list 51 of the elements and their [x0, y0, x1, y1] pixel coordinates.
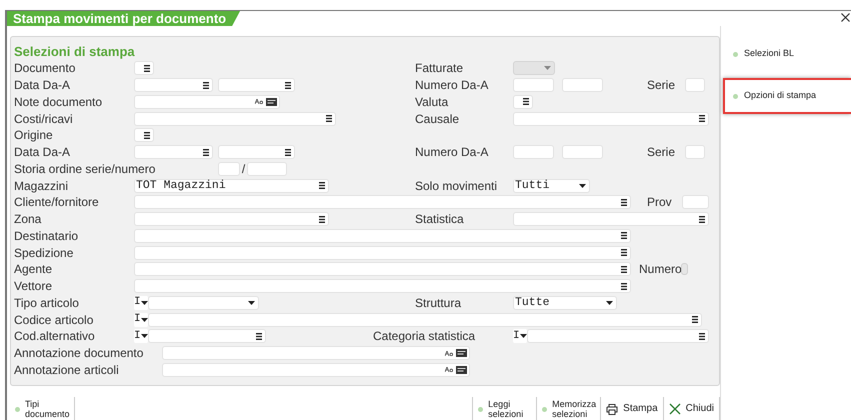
toolbar-button[interactable]: Stampa	[601, 397, 664, 420]
field-label: Cod.alternativo	[14, 330, 96, 342]
operator-dropdown[interactable]: I	[134, 329, 148, 344]
field-label: Causale	[415, 112, 460, 125]
field-label: Statistica	[415, 213, 465, 226]
field-label: Fatturate	[415, 62, 464, 74]
window-title: Stampa movimenti per documento	[7, 11, 240, 26]
field-label: Costi/ricavi	[14, 112, 74, 125]
side-menu-label: Selezioni BL	[744, 47, 794, 60]
field-label: Vettore	[14, 280, 54, 292]
operator-dropdown[interactable]: I	[134, 296, 148, 310]
field-label: Tipo articolo	[14, 296, 80, 309]
field-label: Note documento	[14, 96, 104, 108]
field-label: Serie	[647, 79, 676, 92]
field-label: Categoria statistica	[373, 330, 476, 342]
dropdown[interactable]: Tutte	[513, 296, 617, 310]
field-label: Prov	[647, 196, 673, 208]
field-label: Struttura	[415, 296, 462, 309]
field-label: /	[240, 162, 246, 175]
field-label: Origine	[14, 129, 54, 142]
field-label: Numero Da-A	[415, 79, 490, 92]
field-label: Serie	[647, 146, 676, 158]
toolbar-button[interactable]: Chiudi	[664, 397, 719, 420]
field-label: Spedizione	[14, 246, 74, 259]
field-label: Magazzini	[14, 180, 70, 192]
toolbar-button[interactable]: Memorizza selezioni	[537, 397, 602, 420]
field-label: Agente	[14, 263, 54, 276]
side-menu-item[interactable]: Opzioni di stampa	[723, 78, 851, 114]
field-label: Cliente/fornitore	[14, 196, 100, 208]
section-title: Selezioni di stampa	[14, 44, 136, 60]
field-label: Zona	[14, 213, 42, 226]
operator-dropdown[interactable]: I	[134, 312, 148, 327]
side-menu-label: Opzioni di stampa	[744, 89, 816, 102]
field-label: Annotazione documento	[14, 347, 144, 360]
field-label: Numero	[639, 263, 681, 276]
field-label: Valuta	[415, 96, 450, 108]
field-label: Storia ordine serie/numero	[14, 162, 156, 175]
operator-dropdown[interactable]: I	[513, 329, 527, 344]
field-label: Data Da-A	[14, 79, 72, 92]
toolbar-button[interactable]: Tipi documento	[10, 397, 74, 420]
toolbar-button[interactable]: Leggi selezioni	[473, 397, 538, 420]
field-label: Destinatario	[14, 230, 80, 242]
field-label: Documento	[14, 62, 76, 74]
dropdown[interactable]: Tutti	[513, 178, 590, 193]
field-label: Numero Da-A	[415, 146, 490, 158]
side-menu-item[interactable]: Selezioni BL	[723, 36, 851, 72]
input-field[interactable]: TOT Magazzini	[134, 178, 329, 193]
field-label: Solo movimenti	[415, 180, 498, 192]
field-label: Data Da-A	[14, 146, 72, 158]
field-label: Codice articolo	[14, 314, 94, 326]
field-label: Annotazione articoli	[14, 364, 120, 376]
